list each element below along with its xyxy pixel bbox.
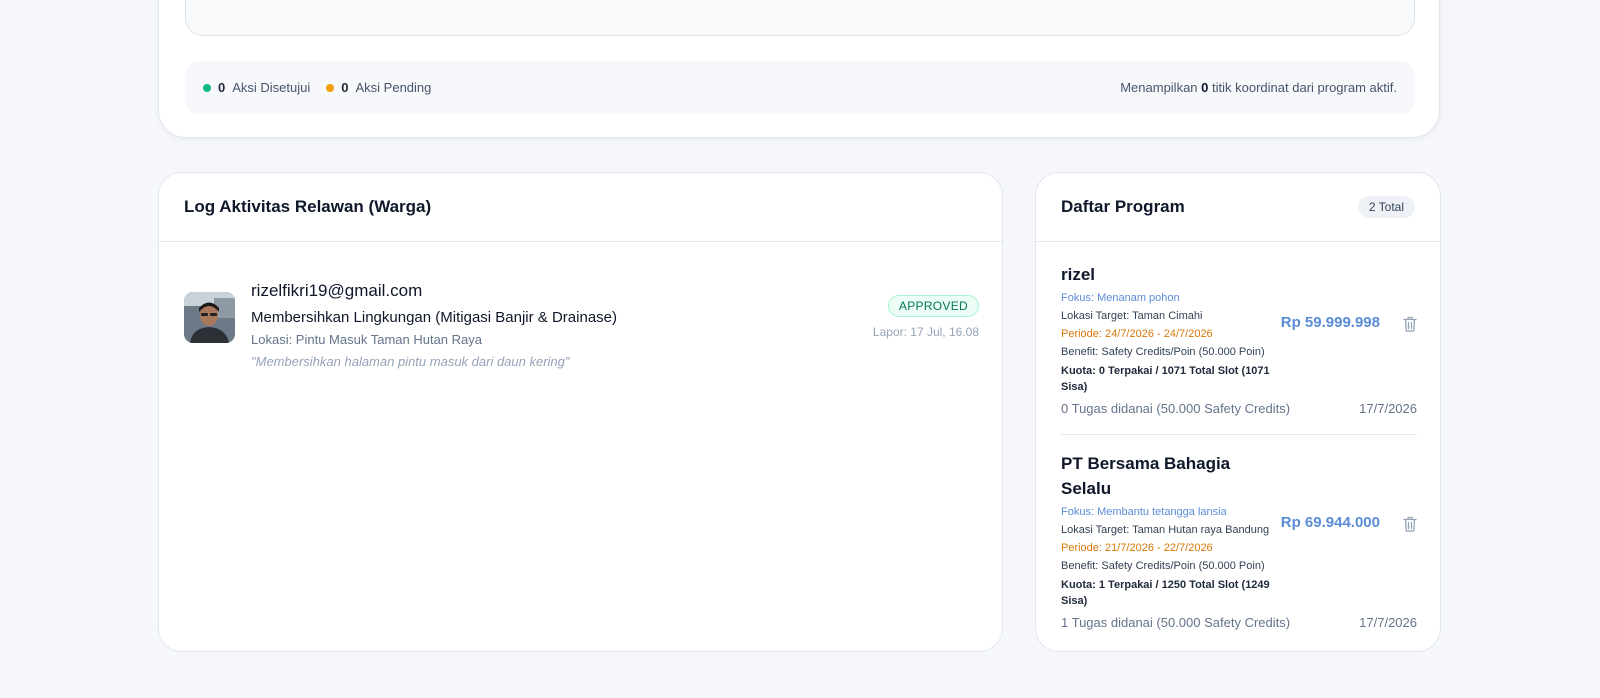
status-badge: APPROVED [887, 295, 979, 317]
trash-icon[interactable] [1403, 516, 1417, 532]
program-item[interactable]: PT Bersama Bahagia Selalu Fokus: Membant… [1061, 451, 1417, 630]
map-stats-bar: 0 Aksi Disetujui 0 Aksi Pending Menampil… [185, 61, 1415, 114]
orange-dot-icon [326, 83, 335, 92]
pending-stat: 0 Aksi Pending [326, 80, 431, 95]
program-name: PT Bersama Bahagia Selalu [1061, 454, 1231, 498]
program-list-title: Daftar Program [1061, 197, 1185, 216]
map-area[interactable] [185, 0, 1415, 36]
log-header: Log Aktivitas Relawan (Warga) [159, 173, 1002, 242]
program-item[interactable]: rizel Fokus: Menanam pohon Lokasi Target… [1061, 262, 1417, 416]
program-footer: 0 Tugas didanai (50.000 Safety Credits) … [1061, 401, 1417, 416]
report-date: Lapor: 17 Jul, 16.08 [872, 325, 979, 339]
program-list-card: Daftar Program 2 Total rizel Fokus: Mena… [1035, 172, 1441, 652]
log-title: Log Aktivitas Relawan (Warga) [184, 197, 432, 216]
activity-title: Membersihkan Lingkungan (Mitigasi Banjir… [251, 309, 617, 326]
coordinates-count: 0 [1201, 80, 1209, 95]
program-date: 17/7/2026 [1359, 401, 1417, 416]
program-tasks: 1 Tugas didanai (50.000 Safety Credits) [1061, 615, 1291, 630]
program-quota: Kuota: 0 Terpakai / 1071 Total Slot (107… [1061, 365, 1270, 393]
program-total-badge: 2 Total [1357, 196, 1415, 218]
program-divider [1061, 434, 1417, 435]
volunteer-log-card: Log Aktivitas Relawan (Warga) rizelfikri… [158, 172, 1003, 652]
program-name: rizel [1061, 265, 1096, 284]
program-benefit: Benefit: Safety Credits/Poin (50.000 Poi… [1061, 346, 1265, 358]
approved-label: Aksi Disetujui [232, 80, 311, 95]
program-benefit: Benefit: Safety Credits/Poin (50.000 Poi… [1061, 560, 1265, 572]
program-footer: 1 Tugas didanai (50.000 Safety Credits) … [1061, 615, 1417, 630]
coordinates-summary: Menampilkan 0 titik koordinat dari progr… [1120, 80, 1397, 95]
avatar [184, 292, 235, 343]
program-amount: Rp 69.944.000 [1280, 514, 1380, 531]
trash-icon[interactable] [1403, 316, 1417, 332]
program-focus: Fokus: Menanam pohon [1061, 292, 1180, 304]
pending-label: Aksi Pending [355, 80, 432, 95]
program-date: 17/7/2026 [1359, 615, 1417, 630]
activity-note: "Membersihkan halaman pintu masuk dari d… [251, 354, 570, 369]
volunteer-email: rizelfikri19@gmail.com [251, 281, 423, 300]
program-period: Periode: 21/7/2026 - 22/7/2026 [1061, 542, 1213, 554]
log-entry[interactable]: rizelfikri19@gmail.com Membersihkan Ling… [184, 281, 979, 371]
program-tasks: 0 Tugas didanai (50.000 Safety Credits) [1061, 401, 1291, 416]
program-amount: Rp 59.999.998 [1280, 314, 1380, 331]
map-card: 0 Aksi Disetujui 0 Aksi Pending Menampil… [158, 0, 1440, 138]
activity-location: Lokasi: Pintu Masuk Taman Hutan Raya [251, 332, 482, 347]
program-header: Daftar Program 2 Total [1036, 173, 1440, 242]
pending-count: 0 [341, 80, 349, 95]
green-dot-icon [203, 83, 211, 92]
approved-stat: 0 Aksi Disetujui [203, 80, 310, 95]
program-quota: Kuota: 1 Terpakai / 1250 Total Slot (124… [1061, 579, 1270, 607]
approved-count: 0 [218, 80, 226, 95]
